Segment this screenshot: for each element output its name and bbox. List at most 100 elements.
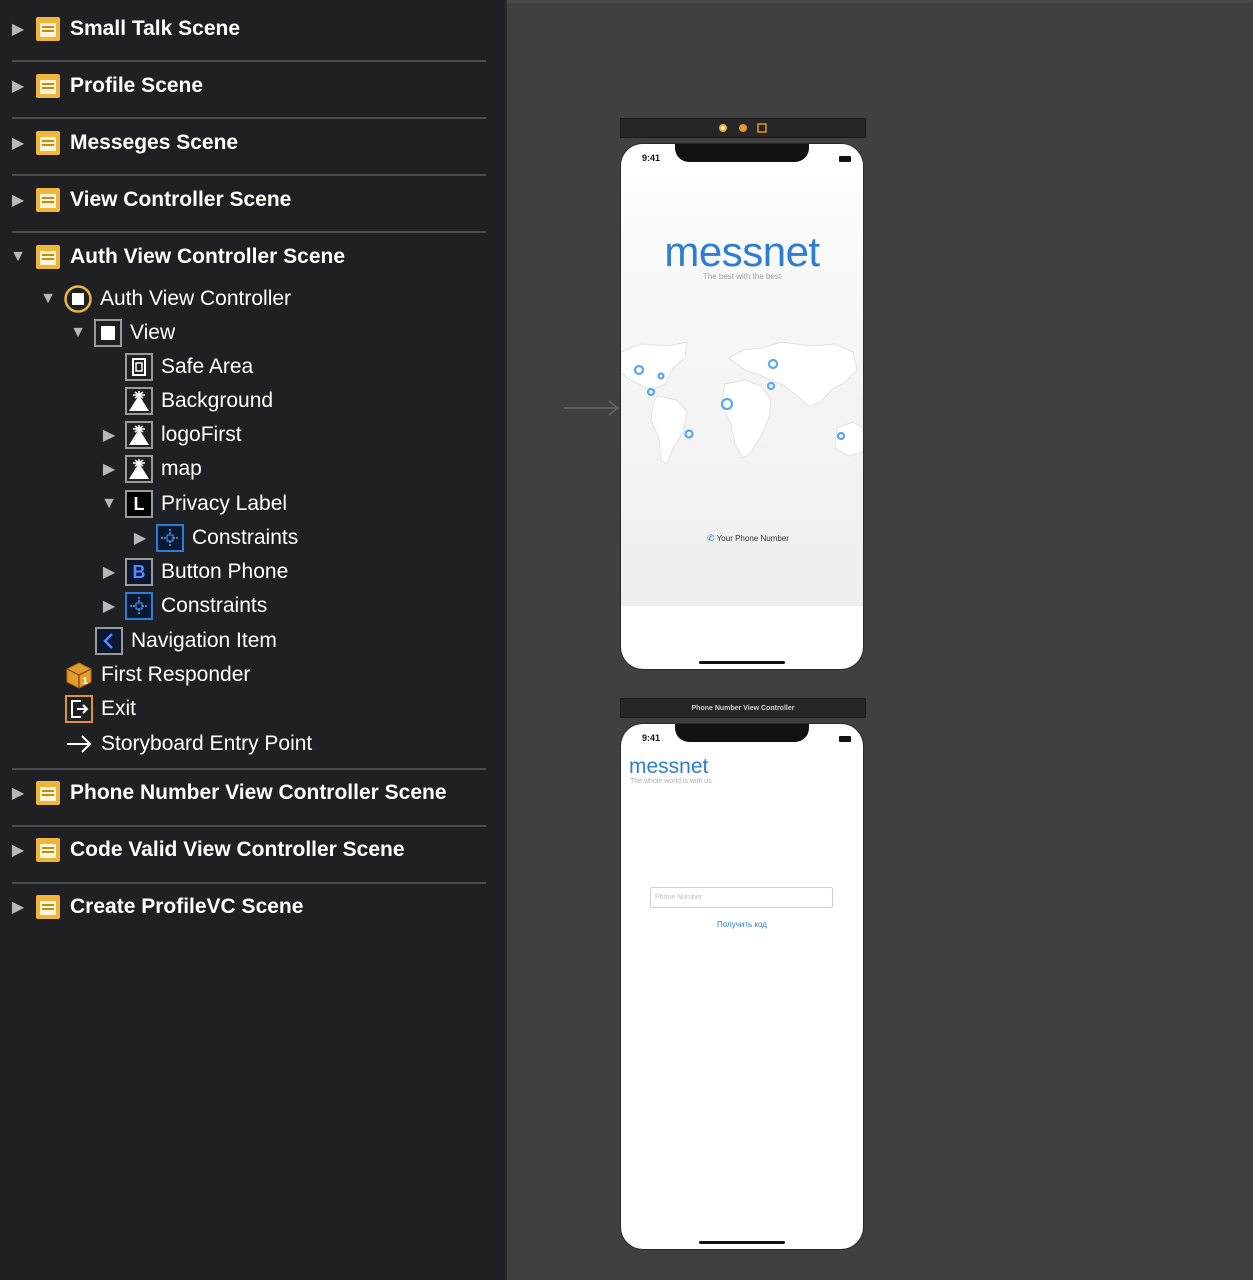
outline-item-button-phone[interactable]: ▶ B Button Phone — [99, 555, 288, 589]
outline-item-entry-point[interactable]: Storyboard Entry Point — [65, 727, 312, 761]
button-icon-glyph: B — [132, 561, 146, 582]
scene-row-messeges[interactable]: ▶ Messeges Scene — [8, 126, 238, 160]
logo-tagline: The whole world is with us — [630, 778, 712, 785]
image-view-icon — [125, 421, 153, 449]
scene-label: Create ProfileVC Scene — [70, 895, 304, 918]
outline-item-navigation-item[interactable]: Navigation Item — [95, 624, 277, 658]
outline-item-label: View — [130, 321, 176, 344]
scene-row-small-talk[interactable]: ▶ Small Talk Scene — [8, 12, 240, 46]
outline-item-auth-view-controller[interactable]: ▼ Auth View Controller — [38, 282, 291, 316]
outline-item-view[interactable]: ▼ View — [68, 316, 175, 350]
separator — [12, 825, 486, 827]
home-indicator — [699, 1241, 785, 1244]
button-phone-label: Your Phone Number — [716, 534, 789, 543]
scene-icon — [34, 186, 62, 214]
scene-icon — [34, 72, 62, 100]
outline-item-logo-first[interactable]: ▶ logoFirst — [99, 418, 242, 452]
outline-item-label: logoFirst — [161, 423, 242, 446]
disclosure-right-icon[interactable]: ▶ — [130, 528, 150, 548]
outline-item-first-responder[interactable]: 1 First Responder — [65, 658, 250, 692]
disclosure-right-icon[interactable]: ▶ — [99, 425, 119, 445]
logo-tagline: The best with the best — [702, 272, 782, 281]
outline-item-label: Privacy Label — [161, 492, 288, 515]
button-icon: B — [125, 558, 153, 586]
outline-item-safe-area[interactable]: Safe Area — [125, 350, 253, 384]
image-view-icon — [125, 387, 153, 415]
label-icon-glyph: L — [133, 493, 145, 514]
outline-item-background[interactable]: Background — [125, 384, 273, 418]
separator — [12, 117, 486, 119]
outline-item-label: Navigation Item — [131, 629, 277, 652]
separator — [12, 60, 486, 62]
button-phone[interactable]: ✆ Your Phone Number — [621, 533, 863, 544]
disclosure-right-icon[interactable]: ▶ — [99, 459, 119, 479]
device-notch — [675, 724, 809, 742]
disclosure-right-icon[interactable]: ▶ — [8, 897, 28, 917]
outline-item-label: Auth View Controller — [100, 287, 292, 310]
outline-item-label: map — [161, 457, 202, 480]
logo-small: messnet — [629, 755, 709, 778]
phone-number-view-controller-screen[interactable]: 9:41 messnet The whole world is with us … — [621, 724, 863, 1249]
disclosure-down-icon[interactable]: ▼ — [8, 247, 28, 267]
scene-row-view-controller[interactable]: ▶ View Controller Scene — [8, 183, 291, 217]
scene-row-phone-number[interactable]: ▶ Phone Number View Controller Scene — [8, 776, 447, 810]
disclosure-right-icon[interactable]: ▶ — [8, 783, 28, 803]
disclosure-right-icon[interactable]: ▶ — [99, 596, 119, 616]
outline-item-privacy-label[interactable]: ▼ L Privacy Label — [99, 487, 287, 521]
phone-number-scene-dock[interactable]: Phone Number View Controller — [620, 698, 866, 718]
phone-number-field[interactable]: Phone Number — [650, 887, 833, 908]
outline-item-label: Background — [161, 389, 274, 412]
label-icon: L — [125, 490, 153, 518]
separator — [12, 882, 486, 884]
outline-item-label: Storyboard Entry Point — [101, 732, 313, 755]
scene-row-create-profile[interactable]: ▶ Create ProfileVC Scene — [8, 890, 303, 924]
separator — [12, 768, 486, 770]
outline-item-label: Exit — [101, 697, 137, 720]
disclosure-right-icon[interactable]: ▶ — [8, 133, 28, 153]
disclosure-down-icon[interactable]: ▼ — [38, 289, 58, 309]
outline-item-privacy-constraints[interactable]: ▶ Constraints — [130, 521, 298, 555]
svg-text:1: 1 — [82, 677, 88, 687]
storyboard-canvas[interactable] — [507, 3, 1253, 1280]
scene-label: Phone Number View Controller Scene — [70, 781, 447, 804]
scene-label: Small Talk Scene — [70, 17, 241, 40]
disclosure-right-icon[interactable]: ▶ — [8, 76, 28, 96]
world-map-image — [621, 341, 863, 465]
exit-icon — [65, 695, 93, 723]
outline-item-exit[interactable]: Exit — [65, 692, 136, 726]
scene-row-auth[interactable]: ▼ Auth View Controller Scene — [8, 240, 345, 274]
scene-row-code-valid[interactable]: ▶ Code Valid View Controller Scene — [8, 833, 405, 867]
battery-icon — [839, 736, 851, 742]
separator — [12, 174, 486, 176]
home-indicator — [699, 661, 785, 664]
entry-point-arrow-icon[interactable] — [562, 398, 622, 418]
scene-icon — [34, 836, 62, 864]
get-code-button[interactable]: Получить код — [621, 920, 863, 929]
disclosure-right-icon[interactable]: ▶ — [99, 562, 119, 582]
device-notch — [675, 144, 809, 162]
outline-item-label: First Responder — [101, 663, 251, 686]
document-outline[interactable]: ▶ Small Talk Scene ▶ Profile Scene ▶ Mes… — [0, 0, 507, 1280]
image-view-icon — [125, 455, 153, 483]
disclosure-right-icon[interactable]: ▶ — [8, 840, 28, 860]
scene-label: Code Valid View Controller Scene — [70, 838, 405, 861]
scene-icon — [34, 129, 62, 157]
outline-item-view-constraints[interactable]: ▶ Constraints — [99, 589, 267, 623]
scene-label: View Controller Scene — [70, 188, 292, 211]
scene-dock-icons[interactable] — [713, 122, 773, 134]
outline-item-map[interactable]: ▶ map — [99, 452, 202, 486]
disclosure-down-icon[interactable]: ▼ — [68, 323, 88, 343]
scene-row-profile[interactable]: ▶ Profile Scene — [8, 69, 203, 103]
auth-scene-dock[interactable] — [620, 118, 866, 138]
outline-item-label: Constraints — [192, 526, 299, 549]
outline-item-label: Safe Area — [161, 355, 254, 378]
outline-item-label: Constraints — [161, 594, 268, 617]
constraints-icon — [125, 592, 153, 620]
constraints-icon — [156, 524, 184, 552]
disclosure-down-icon[interactable]: ▼ — [99, 494, 119, 514]
disclosure-right-icon[interactable]: ▶ — [8, 19, 28, 39]
status-time: 9:41 — [642, 733, 661, 743]
scene-icon — [34, 779, 62, 807]
disclosure-right-icon[interactable]: ▶ — [8, 190, 28, 210]
auth-view-controller-screen[interactable]: 9:41 messnet The best with the best ✆ Yo… — [621, 144, 863, 669]
